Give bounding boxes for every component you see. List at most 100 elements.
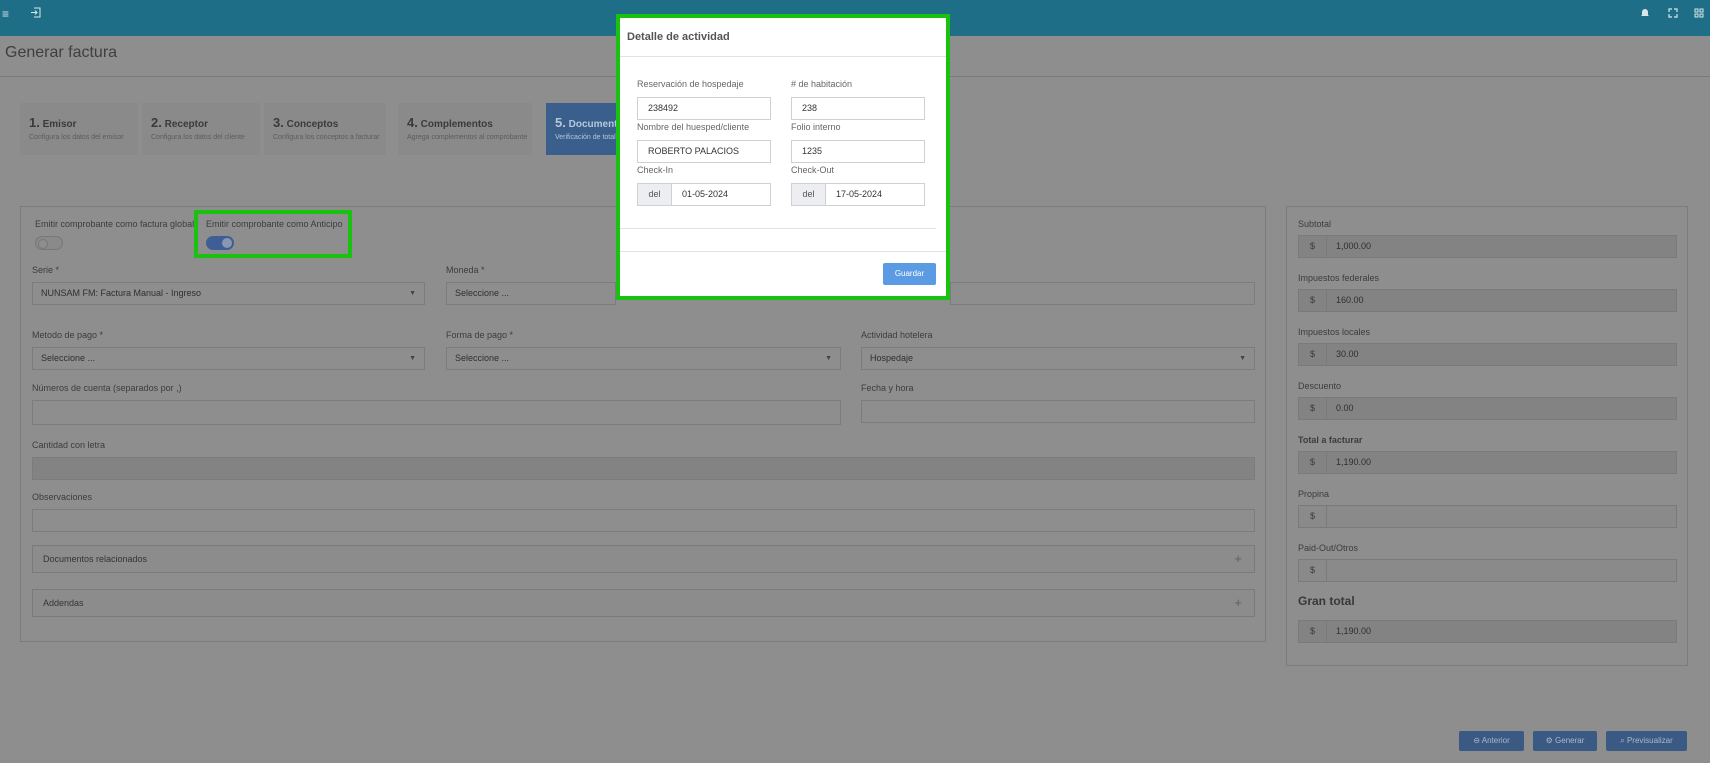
previsualizar-button[interactable]: ⌕ Previsualizar bbox=[1606, 731, 1687, 751]
currency-symbol: $ bbox=[1299, 290, 1327, 311]
total-facturar-field: $ 1,190.00 bbox=[1298, 451, 1677, 474]
step-subtitle: Configura los datos del cliente bbox=[151, 134, 245, 141]
apps-icon[interactable] bbox=[1694, 7, 1704, 21]
step-documento[interactable]: 5. Documento Verificación de total bbox=[546, 103, 620, 155]
checkin-input[interactable]: del 01-05-2024 bbox=[637, 183, 771, 206]
cuentas-input[interactable] bbox=[32, 400, 841, 425]
subtotal-value: 1,000.00 bbox=[1336, 241, 1372, 251]
propina-label: Propina bbox=[1298, 489, 1330, 499]
modal-title: Detalle de actividad bbox=[627, 31, 730, 43]
del-prefix: del bbox=[638, 184, 672, 205]
addendas-accordion[interactable]: Addendas + bbox=[32, 589, 1255, 617]
fecha-hora-input[interactable] bbox=[861, 400, 1255, 423]
step-subtitle: Configura los datos del emisor bbox=[29, 134, 124, 141]
step-title: Emisor bbox=[42, 119, 77, 130]
previsualizar-button-label: Previsualizar bbox=[1626, 736, 1673, 745]
metodo-pago-select[interactable]: Seleccione ... ▼ bbox=[32, 347, 425, 370]
impuestos-locales-value: 30.00 bbox=[1336, 349, 1359, 359]
third-field[interactable] bbox=[950, 282, 1255, 305]
currency-symbol: $ bbox=[1299, 398, 1327, 419]
del-prefix: del bbox=[792, 184, 826, 205]
serie-select[interactable]: NUNSAM FM: Factura Manual - Ingreso ▼ bbox=[32, 282, 425, 305]
total-facturar-value: 1,190.00 bbox=[1336, 457, 1372, 467]
metodo-pago-label: Metodo de pago * bbox=[32, 330, 104, 340]
actividad-hotelera-select[interactable]: Hospedaje ▼ bbox=[861, 347, 1255, 370]
exit-icon[interactable] bbox=[30, 7, 41, 21]
cantidad-letra-label: Cantidad con letra bbox=[32, 440, 106, 450]
gran-total-value: 1,190.00 bbox=[1336, 626, 1372, 636]
checkout-input[interactable]: del 17-05-2024 bbox=[791, 183, 925, 206]
page-title: Generar factura bbox=[5, 44, 118, 61]
step-subtitle: Agrega complementos al comprobante bbox=[407, 134, 528, 141]
global-invoice-toggle[interactable] bbox=[35, 236, 63, 250]
paid-out-label: Paid-Out/Otros bbox=[1298, 543, 1359, 553]
generar-button-label: Generar bbox=[1555, 736, 1585, 745]
currency-symbol: $ bbox=[1299, 506, 1327, 527]
reservacion-input[interactable]: 238492 bbox=[637, 97, 771, 120]
currency-symbol: $ bbox=[1299, 344, 1327, 365]
step-conceptos[interactable]: 3. Conceptos Configura los conceptos a f… bbox=[264, 103, 386, 155]
propina-input[interactable]: $ bbox=[1298, 505, 1677, 528]
documentos-relacionados-accordion[interactable]: Documentos relacionados + bbox=[32, 545, 1255, 573]
folio-label: Folio interno bbox=[791, 122, 841, 132]
descuento-label: Descuento bbox=[1298, 381, 1342, 391]
gear-icon: ⚙ bbox=[1545, 736, 1553, 745]
actividad-hotelera-label: Actividad hotelera bbox=[861, 330, 933, 340]
impuestos-federales-label: Impuestos federales bbox=[1298, 273, 1380, 283]
subtotal-label: Subtotal bbox=[1298, 219, 1332, 229]
impuestos-locales-field: $ 30.00 bbox=[1298, 343, 1677, 366]
serie-label: Serie * bbox=[32, 265, 60, 275]
currency-symbol: $ bbox=[1299, 452, 1327, 473]
step-title: Documento bbox=[568, 119, 620, 130]
anterior-button[interactable]: ⊖ Anterior bbox=[1459, 731, 1524, 751]
step-complementos[interactable]: 4. Complementos Agrega complementos al c… bbox=[398, 103, 532, 155]
huesped-input[interactable]: ROBERTO PALACIOS bbox=[637, 140, 771, 163]
generar-button[interactable]: ⚙ Generar bbox=[1533, 731, 1597, 751]
serie-value: NUNSAM FM: Factura Manual - Ingreso bbox=[41, 288, 202, 298]
checkout-value: 17-05-2024 bbox=[836, 189, 883, 199]
currency-symbol: $ bbox=[1299, 621, 1327, 642]
impuestos-federales-field: $ 160.00 bbox=[1298, 289, 1677, 312]
global-invoice-label: Emitir comprobante como factura global bbox=[35, 219, 195, 229]
menu-icon[interactable]: ≡ bbox=[2, 7, 9, 21]
documentos-relacionados-label: Documentos relacionados bbox=[43, 554, 148, 564]
huesped-label: Nombre del huesped/cliente bbox=[637, 122, 750, 132]
step-emisor[interactable]: 1. Emisor Configura los datos del emisor bbox=[20, 103, 138, 155]
moneda-select[interactable]: Seleccione ... bbox=[446, 282, 616, 305]
checkout-label: Check-Out bbox=[791, 165, 835, 175]
fullscreen-icon[interactable] bbox=[1668, 7, 1678, 21]
addendas-label: Addendas bbox=[43, 598, 84, 608]
actividad-hotelera-value: Hospedaje bbox=[870, 353, 914, 363]
detalle-actividad-modal: Detalle de actividad Reservación de hosp… bbox=[616, 14, 950, 300]
modal-body-divider bbox=[620, 228, 936, 229]
paid-out-input[interactable]: $ bbox=[1298, 559, 1677, 582]
step-number: 3. bbox=[273, 115, 284, 130]
checkin-value: 01-05-2024 bbox=[682, 189, 729, 199]
step-number: 4. bbox=[407, 115, 418, 130]
forma-pago-label: Forma de pago * bbox=[446, 330, 514, 340]
step-subtitle: Configura los conceptos a facturar bbox=[273, 134, 380, 141]
gran-total-label: Gran total bbox=[1298, 594, 1355, 608]
step-number: 5. bbox=[555, 115, 566, 130]
cantidad-letra-input bbox=[32, 457, 1255, 480]
step-title: Receptor bbox=[164, 119, 208, 130]
chevron-down-icon: ▼ bbox=[825, 355, 832, 362]
guardar-button[interactable]: Guardar bbox=[883, 263, 936, 285]
checkin-label: Check-In bbox=[637, 165, 674, 175]
modal-footer-divider bbox=[620, 251, 946, 252]
bell-icon[interactable] bbox=[1640, 7, 1650, 21]
folio-input[interactable]: 1235 bbox=[791, 140, 925, 163]
forma-pago-value: Seleccione ... bbox=[455, 353, 510, 363]
observaciones-label: Observaciones bbox=[32, 492, 93, 502]
currency-symbol: $ bbox=[1299, 236, 1327, 257]
step-receptor[interactable]: 2. Receptor Configura los datos del clie… bbox=[142, 103, 260, 155]
plus-icon: + bbox=[1234, 595, 1242, 610]
observaciones-input[interactable] bbox=[32, 509, 1255, 532]
metodo-pago-value: Seleccione ... bbox=[41, 353, 96, 363]
anterior-button-label: Anterior bbox=[1481, 736, 1510, 745]
forma-pago-select[interactable]: Seleccione ... ▼ bbox=[446, 347, 841, 370]
cuentas-label: Números de cuenta (separados por ,) bbox=[32, 383, 182, 393]
subtotal-field: $ 1,000.00 bbox=[1298, 235, 1677, 258]
habitacion-input[interactable]: 238 bbox=[791, 97, 925, 120]
toggle-knob bbox=[38, 239, 48, 249]
